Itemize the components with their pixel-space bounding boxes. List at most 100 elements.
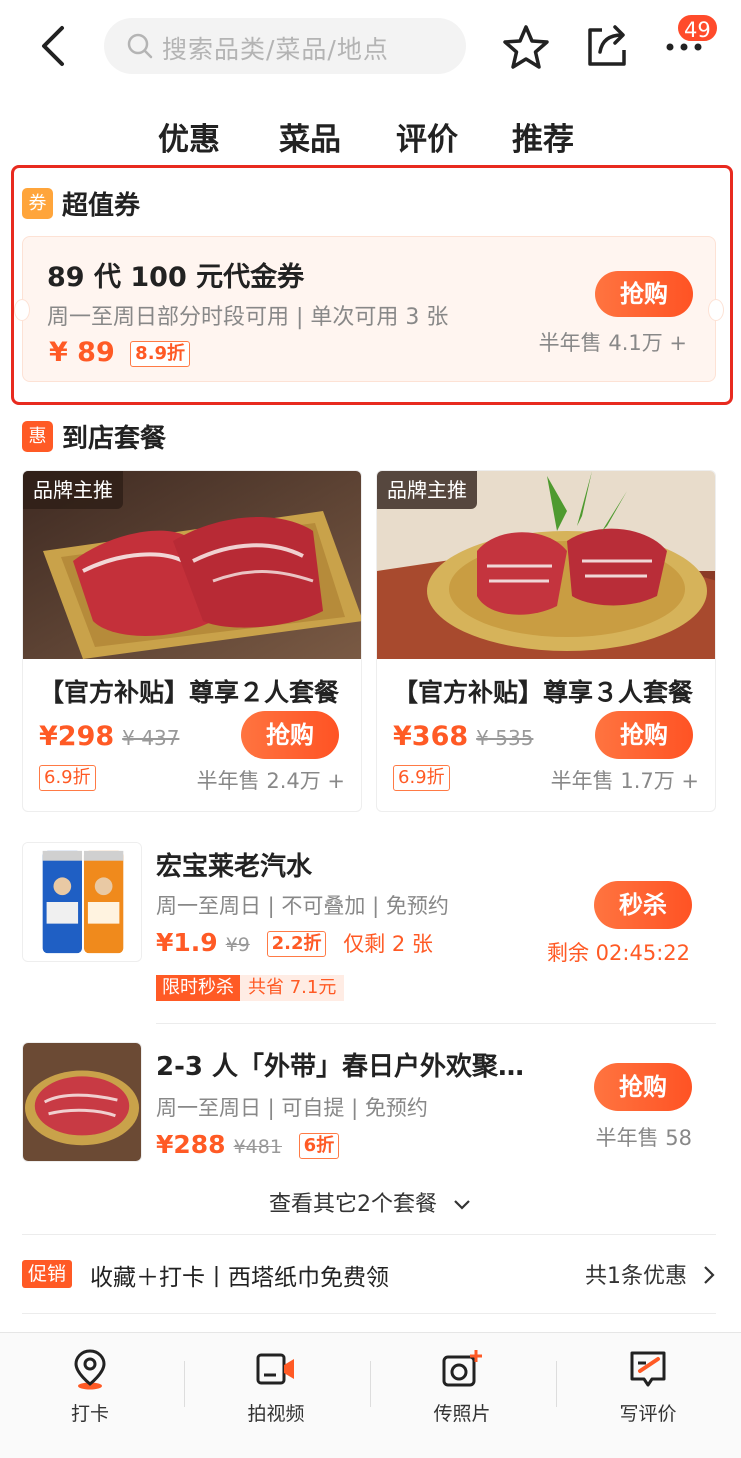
search-placeholder: 搜索品类/菜品/地点 <box>162 35 389 64</box>
meal-orig-price: ¥ 535 <box>476 726 534 750</box>
item-stock-left: 仅剩 2 张 <box>343 932 433 956</box>
meal-price-row: ¥298 ¥ 437 <box>39 721 179 752</box>
video-camera-icon <box>256 1353 294 1385</box>
item-title: 2-3 人「外带」春日户外欢聚… <box>156 1052 525 1082</box>
add-photo-icon <box>442 1350 482 1387</box>
voucher-sold: 半年售 4.1万 + <box>538 331 687 355</box>
meal-image: 品牌主推 <box>23 471 361 659</box>
flash-sale-saving: 共省 7.1元 <box>240 975 345 1001</box>
countdown-timer: 剩余 02:45:22 <box>547 941 690 965</box>
item-sold: 半年售 58 <box>595 1126 692 1150</box>
flash-sale-tag: 限时秒杀 共省 7.1元 <box>156 975 345 1001</box>
meal-price: ¥368 <box>393 721 469 752</box>
record-video-label: 拍视频 <box>247 1403 305 1425</box>
brand-tag: 品牌主推 <box>377 471 477 509</box>
more-sets-label: 查看其它2个套餐 <box>269 1192 437 1217</box>
tab-pingjia[interactable]: 评价 <box>396 114 458 159</box>
item-price-row: ¥1.9 ¥9 2.2折 仅剩 2 张 <box>156 928 433 958</box>
meal-orig-price: ¥ 437 <box>122 726 180 750</box>
search-input[interactable]: 搜索品类/菜品/地点 <box>104 18 466 74</box>
promo-tag: 促销 <box>22 1260 73 1288</box>
meal-price: ¥298 <box>39 721 115 752</box>
voucher-tag-icon: 券 <box>22 188 53 219</box>
item-title: 宏宝莱老汽水 <box>156 852 313 882</box>
back-icon[interactable] <box>34 24 74 68</box>
meal-sold: 半年售 1.7万 + <box>550 769 699 793</box>
promo-count: 共1条优惠 <box>585 1258 716 1290</box>
meal-card[interactable]: 品牌主推 【官方补贴】尊享３人套餐 ¥368 ¥ 535 6.9折 抢购 半年售 … <box>376 470 716 812</box>
meal-discount: 6.9折 <box>39 765 96 791</box>
soda-thumbnail <box>22 842 142 962</box>
voucher-buy-button[interactable]: 抢购 <box>595 271 693 317</box>
voucher-section-header: 券 超值券 <box>22 185 140 222</box>
promo-text: 收藏＋打卡丨西塔纸巾免费领 <box>90 1265 389 1291</box>
voucher-discount: 8.9折 <box>130 340 191 367</box>
meal-tag-icon: 惠 <box>22 421 53 452</box>
tab-youhui[interactable]: 优惠 <box>156 114 222 163</box>
promo-row[interactable]: 促销 收藏＋打卡丨西塔纸巾免费领 共1条优惠 <box>22 1258 716 1294</box>
write-review-button[interactable]: 写评价 <box>588 1347 708 1426</box>
meal-title: 【官方补贴】尊享２人套餐 <box>39 678 340 707</box>
meal-title: 【官方补贴】尊享３人套餐 <box>393 678 694 707</box>
item-desc: 周一至周日 | 不可叠加 | 免预约 <box>156 894 449 918</box>
search-icon <box>127 33 153 59</box>
meal-buy-button[interactable]: 抢购 <box>595 711 693 759</box>
location-pin-icon <box>74 1349 106 1390</box>
section-tabs: 优惠 菜品 评价 推荐 <box>0 110 741 163</box>
meal-image: 品牌主推 <box>377 471 715 659</box>
item-orig-price: ¥9 <box>225 934 250 956</box>
meal-discount: 6.9折 <box>393 765 450 791</box>
divider <box>22 1313 716 1314</box>
divider <box>22 1234 716 1235</box>
separator <box>556 1361 557 1407</box>
notification-badge: 49 <box>676 13 719 43</box>
tab-caipin[interactable]: 菜品 <box>279 114 341 159</box>
notch-left <box>14 299 30 321</box>
more-sets-link[interactable]: 查看其它2个套餐 <box>0 1186 741 1218</box>
chevron-right-icon <box>704 1266 715 1284</box>
item-price: ¥1.9 <box>156 928 218 957</box>
item-price: ¥288 <box>156 1130 226 1159</box>
chevron-down-icon <box>454 1200 470 1210</box>
item-buy-button[interactable]: 抢购 <box>594 1063 692 1111</box>
checkin-label: 打卡 <box>70 1403 109 1425</box>
voucher-desc: 周一至周日部分时段可用 | 单次可用 3 张 <box>47 305 449 330</box>
deal-list-item[interactable]: 宏宝莱老汽水 周一至周日 | 不可叠加 | 免预约 ¥1.9 ¥9 2.2折 仅剩… <box>22 842 716 1012</box>
promo-count-label: 共1条优惠 <box>585 1264 687 1289</box>
deal-list-item[interactable]: 2-3 人「外带」春日户外欢聚… 周一至周日 | 可自提 | 免预约 ¥288 ¥… <box>22 1042 716 1172</box>
meal-price-row: ¥368 ¥ 535 <box>393 721 533 752</box>
item-price-row: ¥288 ¥481 6折 <box>156 1130 340 1159</box>
beef-thumbnail <box>22 1042 142 1162</box>
tab-tuijian[interactable]: 推荐 <box>512 114 574 159</box>
voucher-title: 89 代 100 元代金券 <box>47 262 305 293</box>
voucher-price: ¥ 89 <box>49 337 115 368</box>
record-video-button[interactable]: 拍视频 <box>216 1347 336 1426</box>
item-discount: 6折 <box>298 1133 340 1159</box>
flash-sale-label: 限时秒杀 <box>156 975 240 1001</box>
checkin-button[interactable]: 打卡 <box>30 1347 150 1426</box>
meal-card[interactable]: 品牌主推 【官方补贴】尊享２人套餐 ¥298 ¥ 437 6.9折 抢购 半年售 … <box>22 470 362 812</box>
share-icon[interactable] <box>584 22 630 68</box>
separator <box>184 1361 185 1407</box>
voucher-section-title: 超值券 <box>62 191 141 221</box>
item-orig-price: ¥481 <box>233 1136 282 1158</box>
write-review-icon <box>630 1351 666 1387</box>
notch-right <box>708 299 724 321</box>
divider <box>156 1023 716 1024</box>
star-icon[interactable] <box>502 24 550 70</box>
top-bar: 搜索品类/菜品/地点 49 <box>0 0 741 96</box>
flash-sale-button[interactable]: 秒杀 <box>594 881 692 929</box>
meal-section-header: 惠 到店套餐 <box>22 418 166 455</box>
meal-section-title: 到店套餐 <box>62 424 167 454</box>
voucher-card[interactable]: 89 代 100 元代金券 周一至周日部分时段可用 | 单次可用 3 张 ¥ 8… <box>14 236 724 382</box>
voucher-price-row: ¥ 89 8.9折 <box>49 337 191 368</box>
item-discount: 2.2折 <box>266 931 327 957</box>
upload-photo-button[interactable]: 传照片 <box>402 1347 522 1426</box>
meal-buy-button[interactable]: 抢购 <box>241 711 339 759</box>
upload-photo-label: 传照片 <box>433 1403 491 1425</box>
meal-sold: 半年售 2.4万 + <box>196 769 345 793</box>
brand-tag: 品牌主推 <box>23 471 123 509</box>
bottom-action-bar: 打卡 拍视频 传照片 写评价 <box>0 1332 741 1458</box>
item-desc: 周一至周日 | 可自提 | 免预约 <box>156 1096 428 1120</box>
write-review-label: 写评价 <box>619 1403 677 1425</box>
